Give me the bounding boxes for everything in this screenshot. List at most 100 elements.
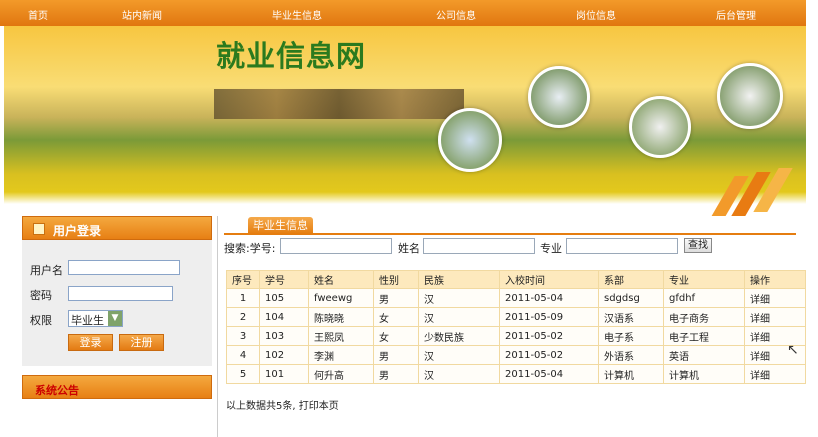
divider: [217, 216, 218, 437]
table-cell: 少数民族: [418, 326, 500, 346]
nav-item-home[interactable]: 首页: [28, 7, 48, 22]
header-banner: 就业信息网: [4, 26, 806, 216]
table-cell: 汉: [418, 288, 500, 308]
column-header: 专业: [663, 270, 745, 289]
detail-link[interactable]: 详细: [744, 364, 806, 384]
table-row: 2 104 陈晓晓女汉 2011-05-09 汉语系 电子商务 详细: [226, 307, 806, 327]
table-cell: 汉语系: [598, 307, 664, 327]
login-panel-title: 用户登录: [53, 224, 102, 238]
column-header: 入校时间: [499, 270, 599, 289]
table-cell: 电子工程: [663, 326, 745, 346]
mouse-cursor-icon: ↖: [787, 342, 799, 358]
nav-item-admin[interactable]: 后台管理: [716, 7, 756, 22]
table-row: 4 102 李渊男汉 2011-05-02 外语系 英语 详细: [226, 345, 806, 365]
password-input[interactable]: [68, 286, 173, 301]
column-header: 序号: [226, 270, 260, 289]
table-cell: sdgdsg: [598, 288, 664, 308]
table-cell: 电子商务: [663, 307, 745, 327]
role-label: 权限: [30, 314, 52, 327]
login-panel-header: 用户登录: [22, 216, 212, 240]
table-cell: 女: [373, 307, 419, 327]
table-cell: 2011-05-09: [499, 307, 599, 327]
table-cell: 男: [373, 288, 419, 308]
table-cell: 电子系: [598, 326, 664, 346]
column-header: 姓名: [308, 270, 374, 289]
name-label: 姓名: [398, 242, 420, 255]
notice-panel-header: 系统公告: [22, 375, 212, 399]
table-cell: 计算机: [663, 364, 745, 384]
table-cell: 外语系: [598, 345, 664, 365]
nav-item-news[interactable]: 站内新闻: [122, 7, 162, 22]
column-header: 操作: [744, 270, 806, 289]
table-cell: 英语: [663, 345, 745, 365]
register-button[interactable]: 注册: [119, 334, 164, 351]
site-title: 就业信息网: [216, 39, 367, 73]
role-selected-value: 毕业生: [71, 314, 104, 327]
search-button[interactable]: 查找: [684, 238, 712, 253]
search-prefix-label: 搜索:学号:: [224, 242, 276, 255]
tab-underline: [224, 233, 796, 235]
table-cell: 101: [259, 364, 309, 384]
column-header: 性别: [373, 270, 419, 289]
table-cell: 男: [373, 345, 419, 365]
table-row: 5 101 何升高男汉 2011-05-04 计算机 计算机 详细: [226, 364, 806, 384]
table-cell: 2011-05-02: [499, 326, 599, 346]
nav-item-graduates[interactable]: 毕业生信息: [272, 7, 322, 22]
table-cell: 王熙凤: [308, 326, 374, 346]
table-cell: 102: [259, 345, 309, 365]
detail-link[interactable]: 详细: [744, 288, 806, 308]
table-cell: fweewg: [308, 288, 374, 308]
column-header: 民族: [418, 270, 500, 289]
table-cell: 李渊: [308, 345, 374, 365]
banner-photo-4: [717, 63, 783, 129]
detail-link[interactable]: 详细: [744, 307, 806, 327]
nav-item-jobs[interactable]: 岗位信息: [576, 7, 616, 22]
banner-photo-2: [528, 66, 590, 128]
table-cell: 2011-05-04: [499, 288, 599, 308]
banner-swoosh: [4, 176, 806, 216]
banner-photo-3: [629, 96, 691, 158]
table-cell: 何升高: [308, 364, 374, 384]
login-button[interactable]: 登录: [68, 334, 113, 351]
column-header: 系部: [598, 270, 664, 289]
table-cell: 陈晓晓: [308, 307, 374, 327]
column-header: 学号: [259, 270, 309, 289]
major-label: 专业: [540, 242, 562, 255]
banner-photo-1: [438, 108, 502, 172]
top-nav: 首页 站内新闻 毕业生信息 公司信息 岗位信息 后台管理: [0, 0, 806, 26]
student-id-input[interactable]: [280, 238, 392, 254]
table-cell: 104: [259, 307, 309, 327]
table-cell: 男: [373, 364, 419, 384]
table-cell: gfdhf: [663, 288, 745, 308]
username-input[interactable]: [68, 260, 180, 275]
banner-trees-image: [214, 89, 464, 119]
chevron-down-icon: ▼: [108, 311, 122, 326]
graduate-table: 序号 学号 姓名 性别 民族 入校时间 系部 专业 操作 1 105 fweewg 男…: [226, 270, 806, 384]
name-input[interactable]: [423, 238, 535, 254]
table-cell: 4: [226, 345, 260, 365]
table-cell: 汉: [418, 307, 500, 327]
login-icon: [33, 223, 45, 235]
table-cell: 103: [259, 326, 309, 346]
username-label: 用户名: [30, 264, 63, 277]
table-row: 3 103 王熙凤女少数民族 2011-05-02 电子系 电子工程 详细: [226, 326, 806, 346]
table-row: 1 105 fweewg 男汉 2011-05-04 sdgdsg gfdhf 详细: [226, 288, 806, 308]
table-cell: 2011-05-02: [499, 345, 599, 365]
table-cell: 汉: [418, 345, 500, 365]
role-select[interactable]: 毕业生 ▼: [68, 310, 123, 327]
table-cell: 汉: [418, 364, 500, 384]
table-cell: 1: [226, 288, 260, 308]
table-cell: 105: [259, 288, 309, 308]
table-cell: 计算机: [598, 364, 664, 384]
page-margin: [806, 0, 818, 437]
table-header-row: 序号 学号 姓名 性别 民族 入校时间 系部 专业 操作: [226, 270, 806, 289]
table-cell: 2011-05-04: [499, 364, 599, 384]
table-footer: 以上数据共5条, 打印本页: [226, 401, 339, 412]
table-cell: 5: [226, 364, 260, 384]
table-cell: 3: [226, 326, 260, 346]
nav-item-companies[interactable]: 公司信息: [436, 7, 476, 22]
table-cell: 女: [373, 326, 419, 346]
password-label: 密码: [30, 289, 52, 302]
tab-graduate-info[interactable]: 毕业生信息: [248, 217, 313, 234]
major-input[interactable]: [566, 238, 678, 254]
